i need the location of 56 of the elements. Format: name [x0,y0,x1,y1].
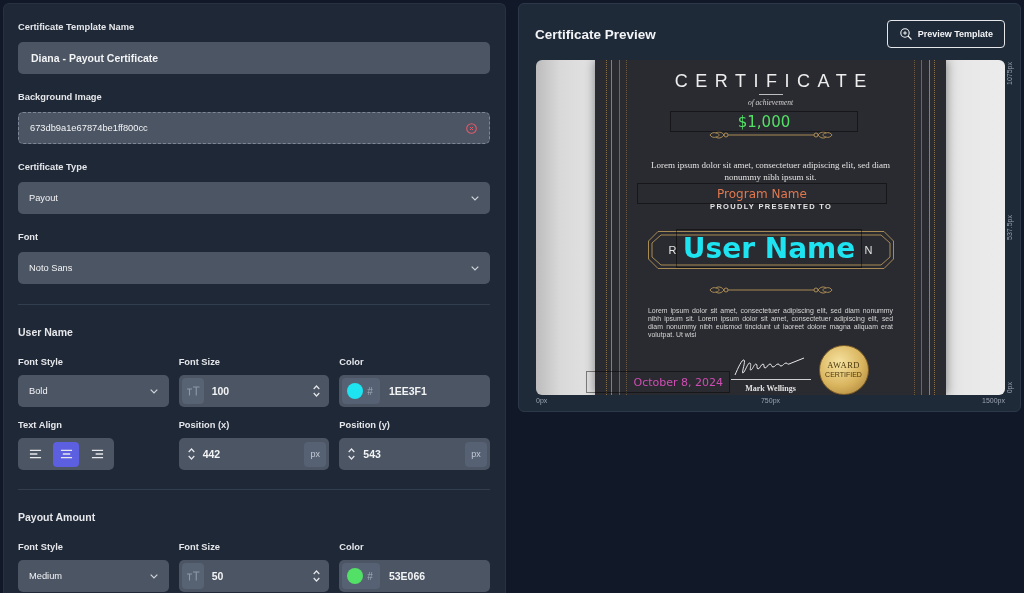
chevron-down-icon [471,195,479,201]
unit-label: px [304,441,327,467]
signer-name: Mark Wellings [745,384,796,394]
color-field[interactable]: # 1EE3F1 [339,375,490,407]
user-name-overlay[interactable]: User Name [676,229,862,268]
date-overlay[interactable]: October 8, 2024 [586,371,730,393]
dropdown[interactable]: Bold [18,375,169,407]
align-right-icon [90,449,104,459]
up-down-chevron-icon[interactable] [313,385,321,397]
field-label: Color [339,356,365,368]
preview-template-button[interactable]: Preview Template [886,20,1005,48]
unit-label: px [465,441,487,467]
up-down-chevron-icon[interactable] [313,570,321,582]
certificate-heading: CERTIFICATE [673,71,874,91]
program-name-overlay[interactable]: Program Name [637,183,887,204]
field-label: Position (x) [178,419,231,431]
up-down-chevron-icon[interactable] [187,448,195,460]
dropdown[interactable]: Payout [18,182,490,214]
dropdown[interactable]: Medium [18,560,169,592]
number-field[interactable]: 100 [178,375,330,407]
chevron-down-icon [149,388,158,394]
color-field[interactable]: # 53E066 [339,560,490,592]
file-field[interactable]: 673db9a1e67874be1ff800cc [18,112,490,144]
field-label: Color [339,541,365,553]
number-field[interactable]: 442 px [178,438,330,470]
text-size-icon [181,563,204,589]
seal-title: AWARD [827,360,860,370]
amount-overlay[interactable]: $1,000 [670,111,858,132]
name-plate-letter: N [864,244,873,256]
name-plate-letter: R [668,244,677,256]
chevron-down-icon [471,265,479,271]
field-label: Certificate Type [18,161,89,173]
field-label: Font Size [178,356,221,368]
section-heading: User Name [18,325,74,339]
field-label: Font [18,231,40,243]
zoom-in-icon [899,28,912,40]
number-field[interactable]: 543 px [339,438,490,470]
certificate-intro: Lorem ipsum dolor sit amet, consectetuer adipiscing elit, sed diam nonummy nibh ipsum sit. [649,159,892,183]
field-label: Background Image [18,91,103,103]
field-label: Font Size [178,541,221,553]
number-field[interactable]: 50 [178,560,330,592]
text-field[interactable]: Diana - Payout Certificate [18,42,490,74]
dropdown[interactable]: Noto Sans [18,252,490,284]
text-size-icon [181,378,204,404]
align-center-button[interactable] [53,441,79,467]
chevron-down-icon [149,573,158,579]
align-left-icon [28,449,42,459]
field-label: Text Align [18,419,63,431]
field-label: Certificate Template Name [18,21,136,33]
field-label: Position (y) [339,419,391,431]
section-heading: Payout Amount [18,510,97,524]
field-label: Font Style [18,356,64,368]
field-label: Font Style [18,541,64,553]
align-center-icon [59,449,73,459]
panel-title: Certificate Preview [535,26,656,42]
up-down-chevron-icon[interactable] [348,448,356,460]
